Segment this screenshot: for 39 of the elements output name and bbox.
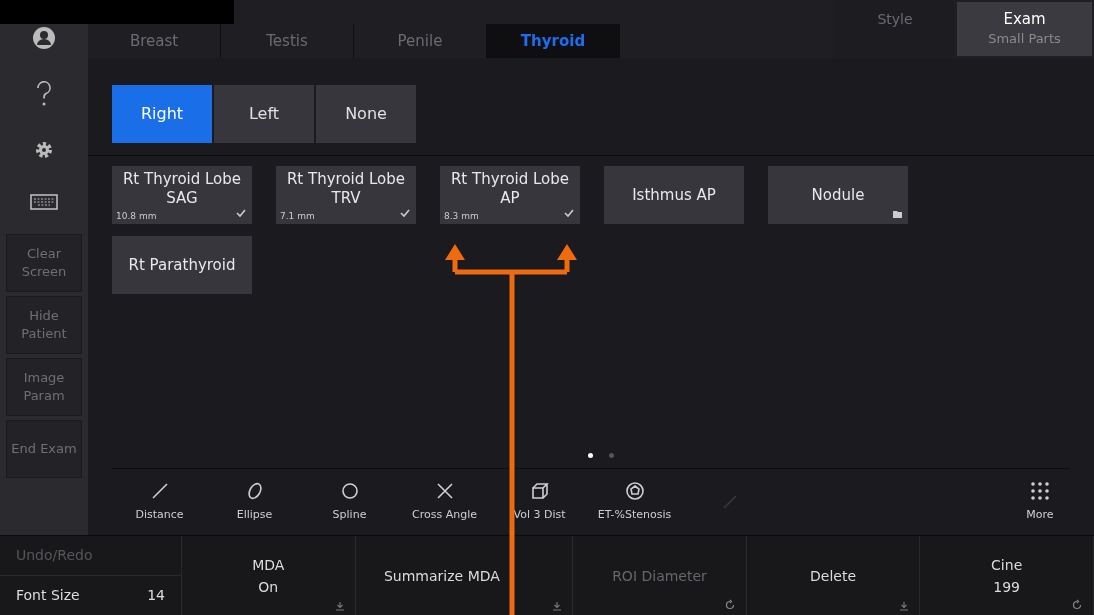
side-option[interactable]: Left [214, 85, 314, 143]
measurement-button[interactable]: Rt Thyroid Lobe AP 8.3 mm [440, 166, 580, 224]
measurement-button[interactable]: Nodule [768, 166, 908, 224]
measurement-button[interactable]: Isthmus AP [604, 166, 744, 224]
side-option[interactable]: Right [112, 85, 212, 143]
measurement-button[interactable]: Rt Thyroid Lobe SAG 10.8 mm [112, 166, 252, 224]
download-icon [899, 601, 910, 611]
circle-polygon-icon [624, 480, 645, 501]
font-size-control[interactable]: Font Size 14 [0, 576, 181, 615]
bottom-control[interactable]: Summarize MDA [355, 536, 574, 615]
category-tab[interactable]: Thyroid [487, 24, 620, 58]
download-icon [552, 601, 563, 611]
bottom-control[interactable]: Cine 199 [920, 536, 1094, 615]
check-icon [563, 207, 575, 219]
bottom-control[interactable]: MDA On [182, 536, 356, 615]
cube-icon [529, 480, 550, 501]
user-icon[interactable] [32, 26, 56, 50]
check-icon [399, 207, 411, 219]
download-icon [334, 601, 345, 611]
rotate-icon [723, 599, 736, 611]
exam-button[interactable]: Exam Small Parts [957, 2, 1092, 56]
measure-tool[interactable]: ET-%Stenosis [587, 480, 682, 524]
more-button[interactable]: More [1010, 480, 1070, 524]
measure-tool[interactable]: Ellipse [207, 480, 302, 524]
measurement-button[interactable]: Rt Thyroid Lobe TRV 7.1 mm [276, 166, 416, 224]
grid-icon [1030, 480, 1050, 501]
keyboard-icon[interactable] [30, 192, 58, 212]
cross-angle-icon [434, 480, 455, 501]
spline-icon [339, 480, 360, 501]
check-icon [235, 207, 247, 219]
measure-tool[interactable]: Cross Angle [397, 480, 492, 524]
help-icon[interactable] [34, 80, 54, 108]
bottom-control[interactable]: Delete [746, 536, 921, 615]
measure-tool[interactable]: Distance [112, 480, 207, 524]
measurement-button[interactable]: Rt Parathyroid [112, 236, 252, 294]
side-option[interactable]: None [316, 85, 416, 143]
folder-icon [893, 211, 902, 218]
rotate-icon [1070, 599, 1083, 611]
measure-tool[interactable]: Spline [302, 480, 397, 524]
